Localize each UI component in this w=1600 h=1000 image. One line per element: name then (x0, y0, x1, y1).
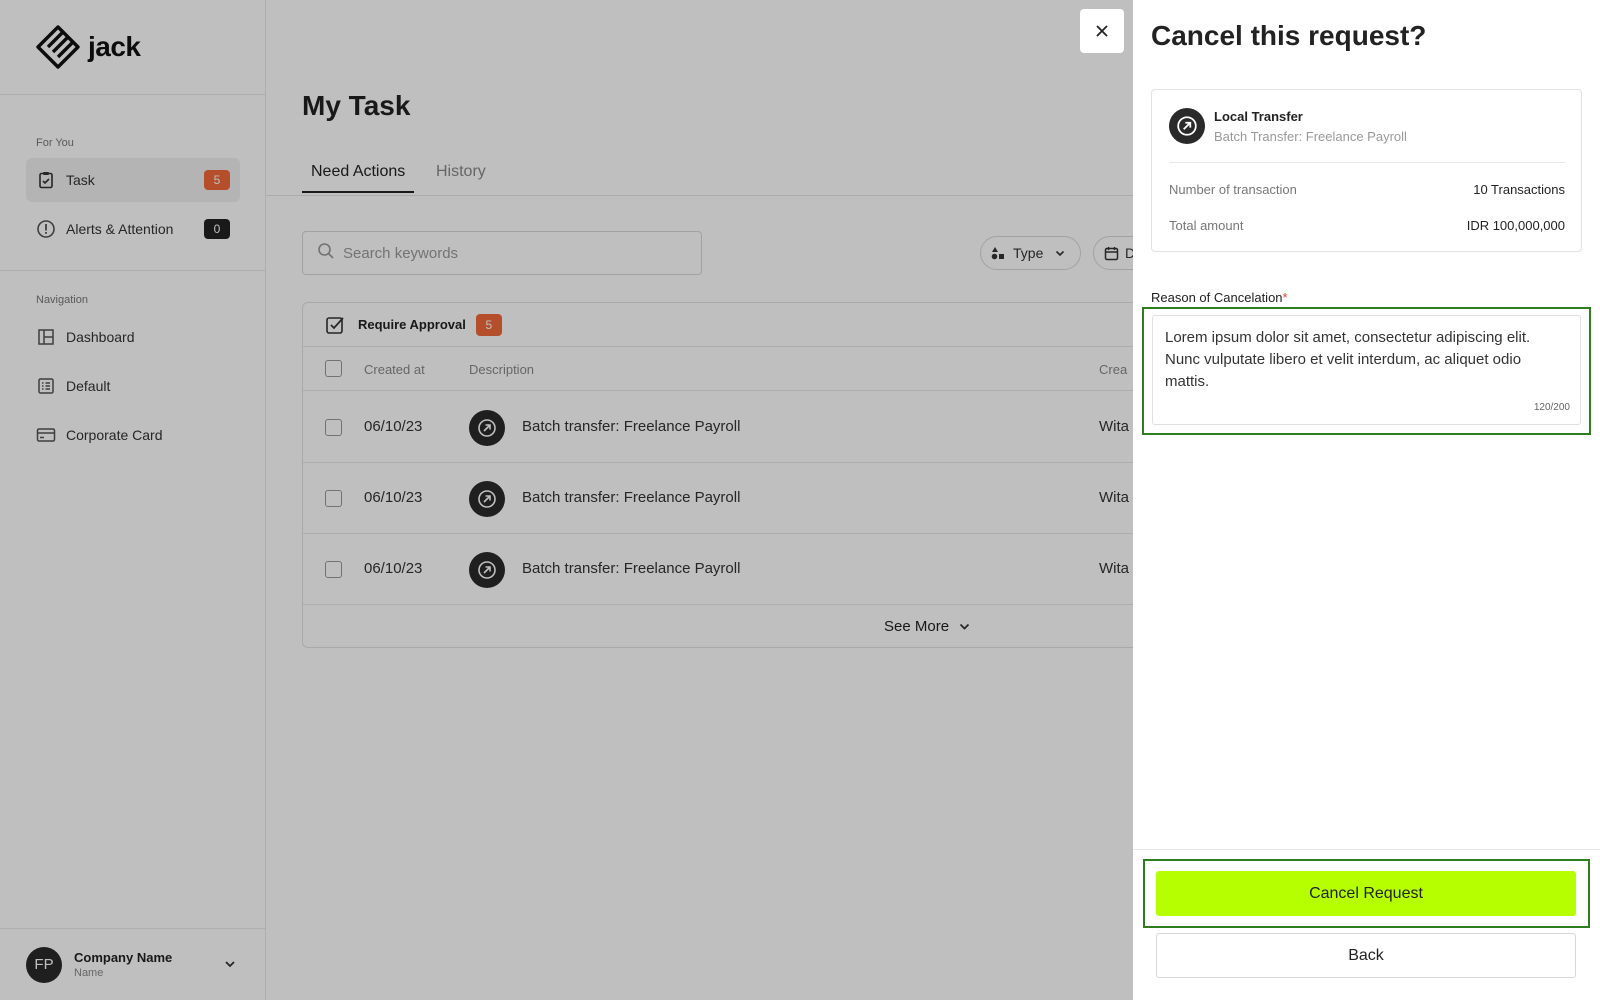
request-summary-card: Local Transfer Batch Transfer: Freelance… (1151, 89, 1582, 252)
char-counter: 120/200 (1533, 402, 1570, 413)
required-marker: * (1282, 290, 1288, 305)
panel-title: Cancel this request? (1151, 20, 1427, 51)
num-transactions-value: 10 Transactions (1473, 182, 1565, 197)
close-panel-button[interactable] (1080, 9, 1124, 53)
close-icon (1095, 24, 1109, 38)
reason-label: Reason of Cancelation* (1151, 290, 1288, 305)
reason-label-text: Reason of Cancelation (1151, 290, 1283, 305)
request-type: Local Transfer (1214, 109, 1303, 124)
total-amount-value: IDR 100,000,000 (1466, 218, 1565, 233)
num-transactions-label: Number of transaction (1169, 182, 1297, 197)
modal-backdrop[interactable] (0, 0, 1133, 1000)
cancel-request-button[interactable]: Cancel Request (1156, 871, 1576, 916)
transfer-arrow-icon (1169, 108, 1205, 144)
card-divider (1169, 162, 1565, 163)
total-amount-label: Total amount (1169, 218, 1244, 233)
num-transactions-row: Number of transaction 10 Transactions (1169, 182, 1565, 197)
reason-textarea[interactable]: Lorem ipsum dolor sit amet, consectetur … (1152, 315, 1581, 425)
cancel-request-panel: Cancel this request? Local Transfer Batc… (1133, 0, 1600, 1000)
request-subtitle: Batch Transfer: Freelance Payroll (1214, 129, 1407, 144)
total-amount-row: Total amount IDR 100,000,000 (1169, 218, 1565, 233)
back-button[interactable]: Back (1156, 933, 1576, 978)
